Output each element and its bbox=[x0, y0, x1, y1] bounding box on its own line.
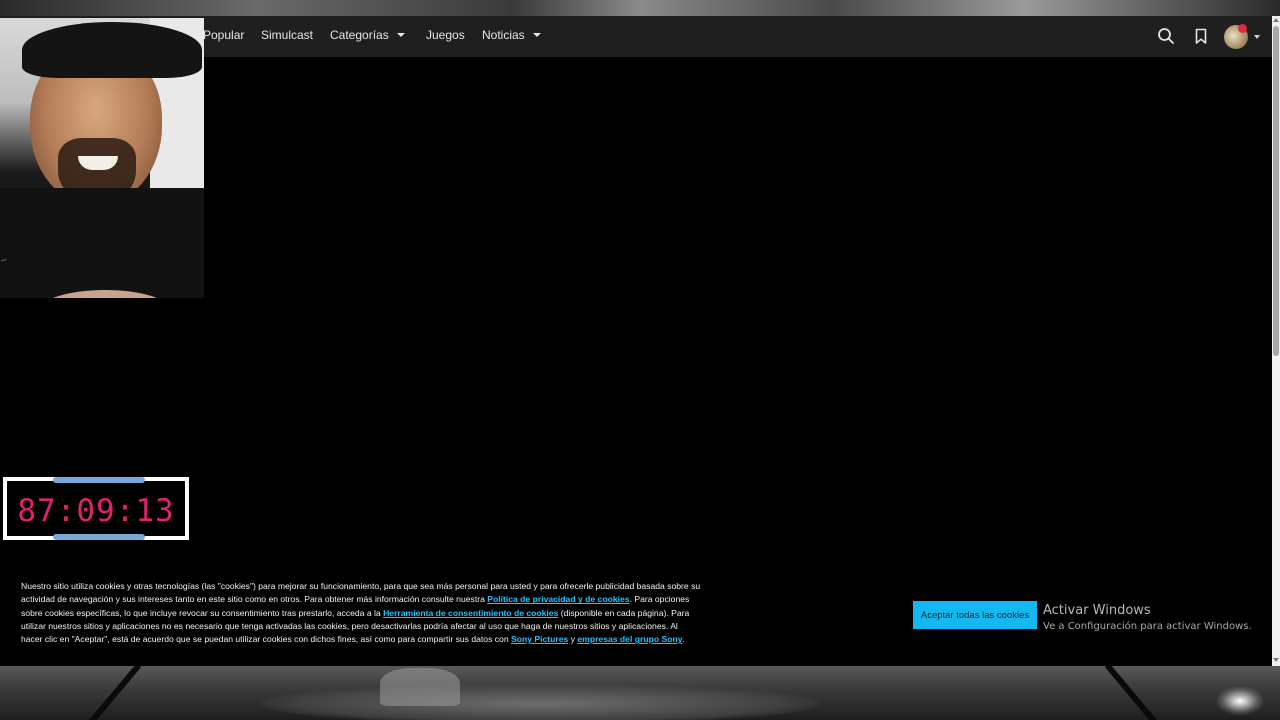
cookie-notice-text: Nuestro sitio utiliza cookies y otras te… bbox=[21, 580, 701, 646]
webcam-cap bbox=[22, 22, 202, 78]
privacy-policy-link[interactable]: Política de privacidad y de cookies bbox=[487, 594, 629, 604]
cookie-text-part: . bbox=[682, 634, 685, 645]
sony-group-link[interactable]: empresas del grupo Sony bbox=[577, 634, 682, 644]
background-beam bbox=[1104, 666, 1162, 720]
nav-popular[interactable]: Popular bbox=[203, 28, 244, 42]
webcam-overlay: ~ bbox=[0, 18, 204, 298]
countdown-value: 87:09:13 bbox=[17, 493, 175, 529]
chevron-down-icon bbox=[532, 32, 541, 37]
background-car bbox=[380, 668, 460, 706]
background-light bbox=[1215, 686, 1265, 716]
background-road bbox=[260, 684, 820, 720]
sony-pictures-link[interactable]: Sony Pictures bbox=[511, 634, 568, 644]
windows-activation-title: Activar Windows bbox=[1043, 603, 1151, 618]
windows-activation-subtitle: Ve a Configuración para activar Windows. bbox=[1043, 621, 1252, 632]
nav-simulcast[interactable]: Simulcast bbox=[261, 28, 313, 42]
screen: Popular Simulcast Categorías Juegos Noti… bbox=[0, 0, 1280, 720]
scroll-down-arrow-icon[interactable] bbox=[1273, 658, 1279, 662]
countdown-timer: 87:09:13 bbox=[3, 477, 189, 540]
background-beam bbox=[84, 666, 142, 720]
nav-categorias-label: Categorías bbox=[330, 28, 389, 42]
scroll-up-arrow-icon[interactable] bbox=[1273, 18, 1279, 22]
chevron-down-icon bbox=[396, 32, 405, 37]
nav-noticias[interactable]: Noticias bbox=[482, 28, 541, 42]
bookmark-icon[interactable] bbox=[1191, 26, 1211, 46]
timer-accent-bar bbox=[53, 534, 145, 540]
scrollbar-thumb[interactable] bbox=[1273, 26, 1279, 356]
notification-badge bbox=[1238, 24, 1247, 33]
stream-background-bottom bbox=[0, 666, 1280, 720]
nav-juegos[interactable]: Juegos bbox=[426, 28, 465, 42]
timer-accent-bar bbox=[53, 477, 145, 483]
search-icon[interactable] bbox=[1156, 26, 1176, 46]
scrollbar[interactable] bbox=[1272, 16, 1280, 666]
stream-background-top bbox=[0, 0, 1280, 16]
nav-categorias[interactable]: Categorías bbox=[330, 28, 405, 42]
accept-cookies-button[interactable]: Aceptar todas las cookies bbox=[913, 601, 1037, 629]
webcam-shirt bbox=[0, 188, 204, 298]
chevron-down-icon[interactable] bbox=[1254, 35, 1260, 39]
nav-noticias-label: Noticias bbox=[482, 28, 525, 42]
consent-tool-link[interactable]: Herramienta de consentimiento de cookies bbox=[383, 608, 558, 618]
